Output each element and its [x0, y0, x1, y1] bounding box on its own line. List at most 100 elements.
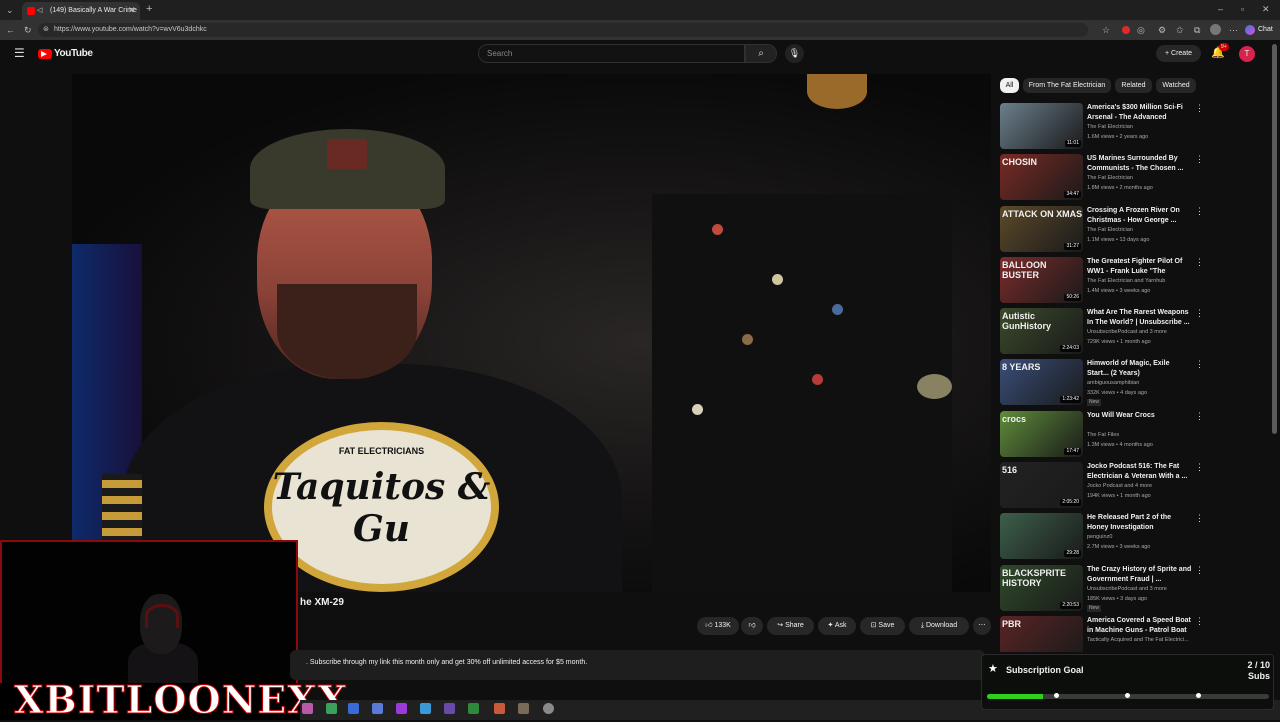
video-thumbnail[interactable]: 8 YEARS 1:23:42	[1000, 359, 1083, 406]
recommendation-item[interactable]: 11:01 America's $300 Million Sci-Fi Arsen…	[1000, 102, 1260, 153]
speaker-icon[interactable]: ◁	[37, 2, 42, 20]
channel-name[interactable]: Jocko Podcast and 4 more	[1087, 483, 1197, 489]
more-vert-icon[interactable]: ⋮	[1195, 360, 1204, 369]
video-thumbnail[interactable]: PBR	[1000, 615, 1083, 652]
recommendation-title[interactable]: What Are The Rarest Weapons In The World…	[1087, 308, 1192, 328]
more-vert-icon[interactable]: ⋮	[1195, 565, 1204, 575]
profile-icon[interactable]	[1210, 24, 1221, 35]
channel-name[interactable]: ambiguousamphibian	[1087, 380, 1197, 386]
site-info-icon[interactable]: ⊜	[43, 23, 49, 37]
chat-label[interactable]: Chat	[1258, 24, 1273, 36]
chip-all[interactable]: All	[1000, 78, 1019, 93]
more-vert-icon[interactable]: ⋮	[1195, 616, 1204, 626]
taskbar-settings-icon[interactable]	[543, 703, 554, 714]
close-tab-icon[interactable]: ✕	[128, 4, 136, 16]
more-vert-icon[interactable]: ⋮	[1195, 514, 1204, 523]
save-button[interactable]: ⊡ Save	[860, 617, 905, 635]
recommendation-title[interactable]: Crossing A Frozen River On Christmas - H…	[1087, 206, 1192, 226]
extension-icon[interactable]: ◎	[1137, 24, 1145, 36]
recommendation-item[interactable]: BLACKSPRITE HISTORY 2:20:53 The Crazy Hist…	[1000, 564, 1260, 615]
voice-search-icon[interactable]: 🎙	[785, 44, 804, 63]
recommendation-item[interactable]: 8 YEARS 1:23:42 Himworld of Magic, Exile S…	[1000, 358, 1260, 409]
more-vert-icon[interactable]: ⋮	[1195, 257, 1204, 267]
more-vert-icon[interactable]: ⋮	[1195, 463, 1204, 472]
video-thumbnail[interactable]: 11:01	[1000, 103, 1083, 149]
taskbar-app-icon[interactable]	[420, 703, 431, 714]
favorite-icon[interactable]: ☆	[1102, 24, 1110, 36]
taskbar-app-icon[interactable]	[518, 703, 529, 714]
taskbar-app-icon[interactable]	[348, 703, 359, 714]
channel-name[interactable]: penguinz0	[1087, 534, 1197, 540]
video-thumbnail[interactable]: crocs 17:47	[1000, 410, 1083, 457]
recommendation-title[interactable]: The Crazy History of Sprite and Governme…	[1087, 565, 1192, 585]
download-button[interactable]: ⤓ Download	[909, 617, 969, 635]
channel-name[interactable]: The Fat Electrician	[1087, 175, 1197, 181]
video-thumbnail[interactable]: CHOSIN 34:47	[1000, 154, 1083, 201]
avatar[interactable]: T	[1239, 46, 1255, 62]
recommendation-title[interactable]: Jocko Podcast 516: The Fat Electrician &…	[1087, 462, 1192, 482]
channel-name[interactable]: Tactically Acquired and The Fat Electric…	[1087, 637, 1197, 643]
taskbar-app-icon[interactable]	[468, 703, 479, 714]
taskbar-app-icon[interactable]	[372, 703, 383, 714]
recommendation-title[interactable]: You Will Wear Crocs	[1087, 411, 1192, 421]
recommendation-title[interactable]: He Released Part 2 of the Honey Investig…	[1087, 513, 1192, 533]
tab-list-icon[interactable]: ⌄	[6, 4, 14, 16]
video-thumbnail[interactable]: 516 2:05:20	[1000, 462, 1083, 509]
more-vert-icon[interactable]: ⋮	[1195, 155, 1204, 164]
reload-icon[interactable]: ↻	[24, 24, 32, 36]
recommendation-item[interactable]: 29:28 He Released Part 2 of the Honey Inv…	[1000, 512, 1260, 563]
taskbar-app-icon[interactable]	[396, 703, 407, 714]
more-vert-icon[interactable]: ⋮	[1195, 206, 1204, 216]
video-thumbnail[interactable]: BLACKSPRITE HISTORY 2:20:53	[1000, 564, 1083, 611]
recommendation-item[interactable]: crocs 17:47 You Will Wear Crocs The Fat Fil…	[1000, 410, 1260, 461]
channel-name[interactable]: The Fat Electrician and Yarnhub	[1087, 278, 1197, 284]
extension-icon[interactable]	[1122, 26, 1130, 34]
recommendation-title[interactable]: US Marines Surrounded By Communists - Th…	[1087, 154, 1192, 174]
recommendation-title[interactable]: America's $300 Million Sci-Fi Arsenal - …	[1087, 103, 1192, 123]
video-thumbnail[interactable]: BALLOON BUSTER 50:26	[1000, 256, 1083, 303]
channel-name[interactable]: The Fat Files	[1087, 432, 1197, 438]
settings-icon[interactable]: ⚙	[1158, 24, 1166, 36]
create-button[interactable]: + Create	[1156, 45, 1201, 62]
recommendation-item[interactable]: BALLOON BUSTER 50:26 The Greatest Fighter …	[1000, 256, 1260, 307]
channel-name[interactable]: UnsubscribePodcast and 3 more	[1087, 586, 1197, 592]
recommendation-title[interactable]: The Greatest Fighter Pilot Of WW1 - Fran…	[1087, 257, 1192, 277]
search-input[interactable]: Search	[478, 44, 745, 63]
recommendation-title[interactable]: America Covered a Speed Boat in Machine …	[1087, 616, 1192, 636]
video-thumbnail[interactable]: 29:28	[1000, 513, 1083, 560]
copilot-icon[interactable]	[1245, 25, 1255, 35]
more-menu-icon[interactable]: ⋯	[1229, 24, 1238, 36]
browser-tab[interactable]: ◁ (149) Basically A War Crime	[22, 2, 140, 20]
more-vert-icon[interactable]: ⋮	[1195, 411, 1204, 421]
chip-from-channel[interactable]: From The Fat Electrician	[1023, 78, 1111, 93]
more-actions-button[interactable]: ⋯	[973, 617, 991, 635]
recommendation-item[interactable]: Autistic GunHistory 2:24:03 What Are The R…	[1000, 307, 1260, 358]
chip-related[interactable]: Related	[1115, 78, 1152, 93]
taskbar-app-icon[interactable]	[494, 703, 505, 714]
minimize-icon[interactable]: –	[1218, 3, 1223, 15]
youtube-logo-text[interactable]: YouTube	[54, 48, 93, 59]
collections-icon[interactable]: ⧉	[1194, 24, 1200, 36]
search-button[interactable]: ⌕	[745, 44, 777, 63]
taskbar-app-icon[interactable]	[326, 703, 337, 714]
channel-name[interactable]: UnsubscribePodcast and 3 more	[1087, 329, 1197, 335]
chip-watched[interactable]: Watched	[1156, 78, 1196, 93]
video-thumbnail[interactable]: ATTACK ON XMAS 31:27	[1000, 205, 1083, 252]
new-tab-icon[interactable]: +	[146, 3, 152, 15]
back-icon[interactable]: ←	[6, 24, 15, 36]
ask-button[interactable]: ✦ Ask	[818, 617, 856, 635]
share-button[interactable]: ↪ Share	[767, 617, 814, 635]
more-vert-icon[interactable]: ⋮	[1195, 309, 1204, 318]
maximize-icon[interactable]: ▫	[1241, 3, 1244, 15]
channel-name[interactable]: The Fat Electrician	[1087, 124, 1197, 130]
dislike-button[interactable]: 👎︎	[741, 617, 763, 635]
window-close-icon[interactable]: ✕	[1262, 3, 1270, 15]
taskbar-app-icon[interactable]	[302, 703, 313, 714]
recommendation-item[interactable]: ATTACK ON XMAS 31:27 Crossing A Frozen Riv…	[1000, 205, 1260, 256]
recommendation-item[interactable]: PBR America Covered a Speed Boat in Machi…	[1000, 615, 1260, 652]
recommendation-item[interactable]: 516 2:05:20 Jocko Podcast 516: The Fat Ele…	[1000, 461, 1260, 512]
like-button[interactable]: 👍︎ 133K	[697, 617, 739, 635]
recommendation-title[interactable]: Himworld of Magic, Exile Start... (2 Yea…	[1087, 359, 1192, 379]
video-player[interactable]: FAT ELECTRICIANS Taquitos & Gu	[72, 74, 991, 592]
description-box[interactable]: . Subscribe through my link this month o…	[290, 650, 985, 680]
